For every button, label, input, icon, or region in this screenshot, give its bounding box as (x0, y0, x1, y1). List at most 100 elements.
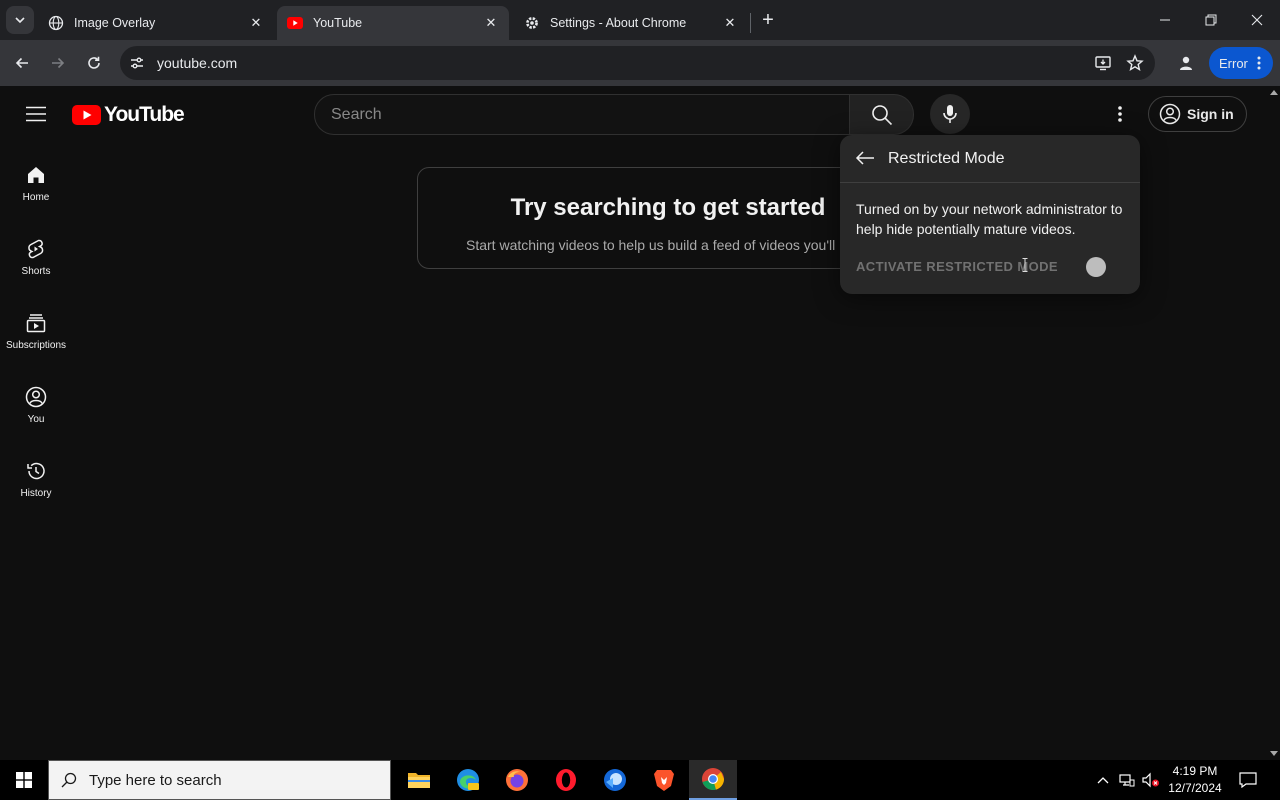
nav-item-shorts[interactable]: Shorts (0, 232, 72, 306)
brave-icon (654, 770, 674, 791)
search-input[interactable]: Search (314, 94, 850, 135)
restore-button[interactable] (1188, 0, 1234, 40)
taskbar-clock[interactable]: 4:19 PM 12/7/2024 (1164, 763, 1226, 797)
edge-icon (457, 769, 479, 791)
nav-item-subscriptions[interactable]: Subscriptions (0, 306, 72, 380)
account-circle-icon (1159, 103, 1181, 125)
search-icon (871, 104, 892, 125)
voice-search-button[interactable] (930, 94, 970, 134)
nav-label: Shorts (21, 266, 51, 277)
settings-menu-button[interactable] (1104, 98, 1136, 130)
scroll-down-icon[interactable] (1270, 751, 1278, 756)
youtube-logo[interactable]: YouTube (72, 103, 185, 127)
minimize-button[interactable] (1142, 0, 1188, 40)
close-icon (1251, 14, 1263, 26)
tab-title: Image Overlay (74, 16, 156, 30)
more-vert-icon (1118, 106, 1122, 122)
new-tab-button[interactable]: + (756, 8, 780, 32)
firefox-app[interactable] (493, 760, 541, 800)
profile-button[interactable] (1172, 49, 1200, 77)
sign-in-button[interactable]: Sign in (1148, 96, 1247, 132)
opera-app[interactable] (542, 760, 590, 800)
back-button[interactable] (8, 49, 36, 77)
browser-toolbar: youtube.com Error (0, 40, 1280, 86)
youtube-logo-text: YouTube (104, 103, 185, 126)
email-app-icon (604, 769, 626, 791)
tab-title: Settings - About Chrome (550, 16, 687, 30)
clock-date: 12/7/2024 (1168, 781, 1222, 795)
profile-icon (1180, 56, 1192, 70)
youtube-favicon (287, 15, 303, 31)
prompt-subtitle: Start watching videos to help us build a… (466, 237, 836, 253)
tab-settings-about-chrome[interactable]: Settings - About Chrome ✕ (514, 6, 748, 40)
restore-icon (1205, 14, 1217, 26)
hamburger-icon (26, 106, 46, 122)
show-hidden-icons-button[interactable] (1094, 760, 1112, 800)
search-placeholder: Search (331, 106, 382, 123)
nav-label: History (20, 488, 52, 499)
brave-app[interactable] (640, 760, 688, 800)
email-app[interactable] (591, 760, 639, 800)
close-icon[interactable]: ✕ (248, 15, 264, 31)
forward-arrow-icon (52, 57, 65, 69)
back-arrow-icon (855, 151, 874, 165)
nav-item-home[interactable]: Home (0, 158, 72, 232)
url-text: youtube.com (157, 55, 238, 71)
taskbar-search-placeholder: Type here to search (89, 771, 222, 789)
profile-error-button[interactable]: Error (1209, 47, 1273, 79)
tab-youtube[interactable]: YouTube ✕ (277, 6, 509, 40)
network-icon (1119, 774, 1135, 787)
notification-icon (1239, 772, 1257, 788)
close-icon[interactable]: ✕ (722, 15, 738, 31)
windows-logo-icon (16, 772, 32, 788)
volume-muted-icon (1142, 772, 1159, 788)
forward-button[interactable] (44, 49, 72, 77)
you-icon (25, 386, 47, 408)
more-vert-icon (1257, 55, 1261, 74)
chrome-icon (702, 768, 724, 790)
opera-icon (556, 769, 576, 791)
reload-button[interactable] (80, 49, 108, 77)
nav-item-you[interactable]: You (0, 380, 72, 454)
chevron-up-icon (1097, 777, 1109, 784)
site-info-icon[interactable] (128, 54, 146, 77)
page-scrollbar[interactable] (1268, 86, 1280, 760)
empty-feed-prompt: Try searching to get started Start watch… (417, 167, 887, 269)
address-bar[interactable]: youtube.com (120, 46, 1155, 80)
start-button[interactable] (0, 760, 48, 800)
restricted-mode-description: Turned on by your network administrator … (856, 201, 1123, 237)
tab-separator (750, 13, 751, 33)
youtube-page: YouTube Search Sign in Home Shorts Subsc… (0, 86, 1268, 760)
text-cursor-icon (1022, 258, 1028, 272)
restricted-mode-toggle[interactable] (1086, 257, 1106, 277)
restricted-mode-header: Restricted Mode (840, 135, 1140, 183)
youtube-play-icon (72, 105, 101, 125)
taskbar-search-input[interactable]: Type here to search (48, 760, 391, 800)
guide-menu-button[interactable] (18, 98, 54, 130)
browser-tab-strip: Image Overlay ✕ YouTube ✕ Settings - Abo… (0, 0, 1280, 40)
close-icon[interactable]: ✕ (483, 15, 499, 31)
search-button[interactable] (850, 94, 914, 135)
back-arrow-icon (15, 57, 28, 69)
error-label: Error (1219, 55, 1248, 71)
file-explorer-app[interactable] (395, 760, 443, 800)
tab-search-button[interactable] (6, 6, 34, 34)
back-button[interactable] (852, 145, 878, 171)
network-button[interactable] (1116, 760, 1138, 800)
tab-title: YouTube (313, 16, 363, 30)
search-icon (61, 772, 77, 788)
close-window-button[interactable] (1234, 0, 1280, 40)
nav-item-history[interactable]: History (0, 454, 72, 528)
edge-app[interactable] (444, 760, 492, 800)
scroll-up-icon[interactable] (1270, 90, 1278, 95)
volume-button[interactable] (1140, 760, 1162, 800)
notifications-button[interactable] (1234, 760, 1262, 800)
bookmark-star-icon[interactable] (1126, 54, 1144, 77)
home-icon (28, 167, 44, 183)
restricted-mode-menu: Restricted Mode Turned on by your networ… (840, 135, 1140, 294)
sign-in-label: Sign in (1187, 106, 1234, 122)
tab-image-overlay[interactable]: Image Overlay ✕ (38, 6, 274, 40)
shorts-icon (28, 239, 44, 259)
chrome-app[interactable] (689, 760, 737, 800)
install-app-icon[interactable] (1094, 54, 1112, 77)
